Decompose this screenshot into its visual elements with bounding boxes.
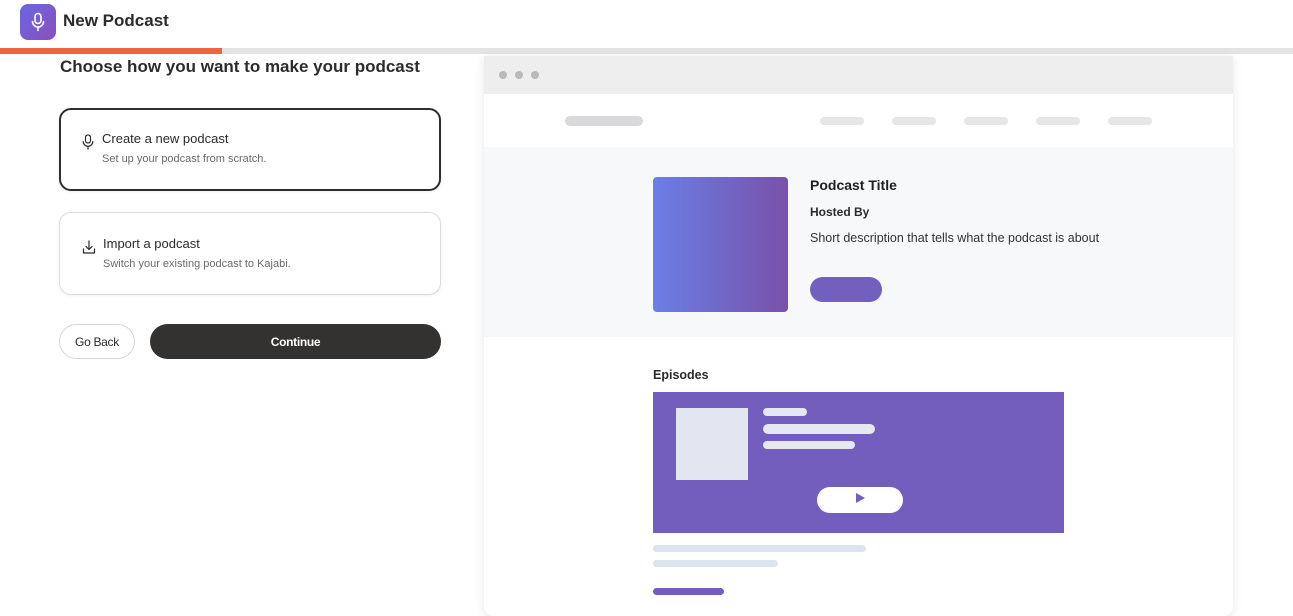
preview-nav-placeholder <box>964 117 1008 125</box>
preview-logo-placeholder <box>565 116 643 126</box>
preview-hero: Podcast Title Hosted By Short descriptio… <box>484 147 1233 337</box>
microphone-icon <box>81 134 95 150</box>
podcast-description: Short description that tells what the po… <box>810 231 1100 245</box>
progress-bar-fill <box>0 48 223 54</box>
option-import-podcast[interactable]: Import a podcast Switch your existing po… <box>59 212 441 295</box>
play-button <box>817 487 903 513</box>
podcast-preview: Podcast Title Hosted By Short descriptio… <box>484 56 1233 616</box>
episode-card <box>653 392 1064 533</box>
episode-text-placeholder <box>653 545 866 552</box>
episode-text-placeholder <box>763 441 855 449</box>
episode-text-placeholder <box>763 424 875 434</box>
window-dot <box>531 71 539 79</box>
preview-nav-placeholder <box>892 117 936 125</box>
play-icon <box>854 491 866 509</box>
preview-nav <box>484 94 1233 147</box>
episode-text-placeholder <box>653 560 778 567</box>
microphone-icon <box>20 4 56 40</box>
option-subtitle: Set up your podcast from scratch. <box>102 153 267 165</box>
option-title: Import a podcast <box>103 236 200 251</box>
option-create-new-podcast[interactable]: Create a new podcast Set up your podcast… <box>59 108 441 191</box>
episode-thumbnail <box>676 408 748 480</box>
episode-text-placeholder <box>763 408 807 416</box>
progress-bar <box>0 48 1293 54</box>
chooser-heading: Choose how you want to make your podcast <box>60 57 420 76</box>
go-back-button[interactable]: Go Back <box>59 324 135 359</box>
podcast-host: Hosted By <box>810 205 870 219</box>
continue-button[interactable]: Continue <box>150 324 441 359</box>
preview-nav-placeholder <box>820 117 864 125</box>
browser-window-bar <box>484 56 1233 94</box>
option-subtitle: Switch your existing podcast to Kajabi. <box>103 258 291 270</box>
option-title: Create a new podcast <box>102 131 229 146</box>
app-header: New Podcast <box>0 0 1293 48</box>
window-dot <box>499 71 507 79</box>
podcast-cover-art <box>653 177 788 312</box>
window-dot <box>515 71 523 79</box>
page-title: New Podcast <box>63 11 169 30</box>
download-icon <box>82 239 96 255</box>
episode-link-placeholder <box>653 588 724 595</box>
podcast-title: Podcast Title <box>810 177 897 193</box>
preview-nav-placeholder <box>1036 117 1080 125</box>
preview-subscribe-button-placeholder <box>810 277 882 302</box>
preview-nav-placeholder <box>1108 117 1152 125</box>
episodes-heading: Episodes <box>653 368 709 382</box>
